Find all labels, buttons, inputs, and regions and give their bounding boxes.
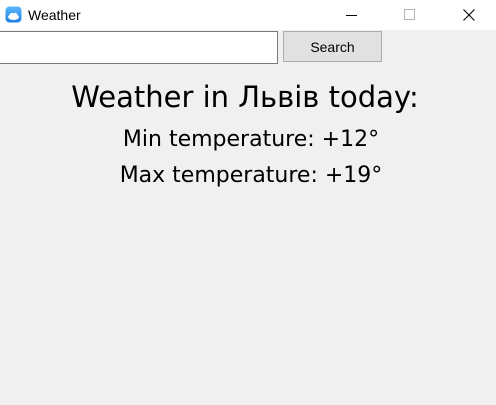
minimize-icon [346,9,358,21]
maximize-icon [404,9,416,21]
maximize-button[interactable] [387,0,433,30]
search-input[interactable] [0,31,278,64]
close-icon [463,9,475,21]
search-button[interactable]: Search [283,31,382,62]
window-title: Weather [28,7,81,23]
weather-app-icon [5,6,22,23]
max-temperature-label: Max temperature: +19° [119,163,383,188]
weather-window: Weather Search Weather in Львів today: M… [0,0,496,405]
title-bar[interactable]: Weather [0,0,496,30]
weather-heading: Weather in Львів today: [71,80,419,114]
minimize-button[interactable] [329,0,375,30]
min-temperature-label: Min temperature: +12° [122,127,380,152]
close-button[interactable] [446,0,492,30]
